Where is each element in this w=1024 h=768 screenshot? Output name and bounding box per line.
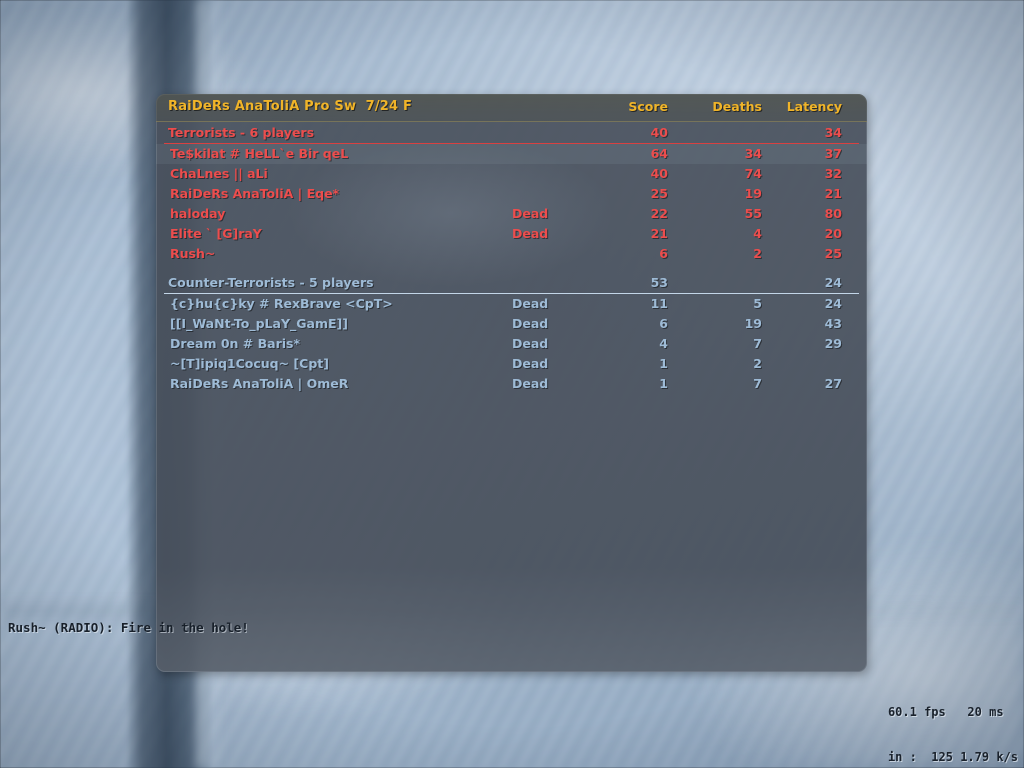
player-latency: 32 [824, 166, 842, 181]
player-name: RaiDeRs AnaToliA | Eqe* [170, 186, 340, 201]
player-row[interactable]: {c}hu{c}ky # RexBrave <CpT> Dead 11 5 24 [156, 294, 867, 314]
column-header-deaths: Deaths [712, 99, 762, 114]
player-name: [[I_WaNt-To_pLaY_GamE]] [170, 316, 348, 331]
player-score: 22 [650, 206, 668, 221]
player-deaths: 7 [753, 336, 762, 351]
player-deaths: 2 [753, 356, 762, 371]
player-state: Dead [512, 206, 549, 221]
player-row[interactable]: Dream 0n # Baris* Dead 4 7 29 [156, 334, 867, 354]
scoreboard-rows: Terrorists - 6 players 40 34 Te$kilat # HeL… [156, 122, 867, 394]
player-deaths: 2 [753, 246, 762, 261]
player-score: 6 [659, 246, 668, 261]
player-deaths: 19 [744, 316, 762, 331]
player-name: ~[T]ipiq1Cocuq~ [Cpt] [170, 356, 329, 371]
player-score: 40 [650, 166, 668, 181]
player-row[interactable]: Te$kilat # HeLL`e Bir qeL 64 34 37 [156, 144, 867, 164]
player-row[interactable]: Elite ` [G]raY Dead 21 4 20 [156, 224, 867, 244]
player-row[interactable]: RaiDeRs AnaToliA | OmeR Dead 1 7 27 [156, 374, 867, 394]
team-score-counter-terrorists: 53 [650, 275, 668, 290]
player-state: Dead [512, 376, 549, 391]
player-score: 1 [659, 356, 668, 371]
player-score: 64 [650, 146, 668, 161]
player-deaths: 4 [753, 226, 762, 241]
scoreboard-titlebar: RaiDeRs AnaToliA Pro Sw 7/24 F Score Dea… [156, 94, 867, 122]
player-score: 25 [650, 186, 668, 201]
player-score: 11 [650, 296, 668, 311]
player-name: Te$kilat # HeLL`e Bir qeL [170, 146, 349, 161]
player-name: haloday [170, 206, 226, 221]
net-graph-stats: 60.1 fps 20 ms in : 125 1.79 k/s out: 28… [888, 675, 1018, 768]
player-latency: 43 [824, 316, 842, 331]
player-score: 6 [659, 316, 668, 331]
team-latency-counter-terrorists: 24 [824, 275, 842, 290]
player-state: Dead [512, 316, 549, 331]
player-row[interactable]: ChaLnes || aLi 40 74 32 [156, 164, 867, 184]
player-state: Dead [512, 356, 549, 371]
team-latency-terrorists: 34 [824, 125, 842, 140]
player-score: 1 [659, 376, 668, 391]
scoreboard-panel: RaiDeRs AnaToliA Pro Sw 7/24 F Score Dea… [156, 94, 867, 672]
player-row[interactable]: ~[T]ipiq1Cocuq~ [Cpt] Dead 1 2 [156, 354, 867, 374]
player-row[interactable]: Rush~ 6 2 25 [156, 244, 867, 264]
scoreboard-column-headers: Score Deaths Latency [156, 99, 867, 117]
player-latency: 25 [824, 246, 842, 261]
player-name: RaiDeRs AnaToliA | OmeR [170, 376, 349, 391]
team-score-terrorists: 40 [650, 125, 668, 140]
player-name: Elite ` [G]raY [170, 226, 262, 241]
player-name: Rush~ [170, 246, 216, 261]
player-deaths: 7 [753, 376, 762, 391]
player-name: ChaLnes || aLi [170, 166, 268, 181]
column-header-score: Score [628, 99, 668, 114]
team-name-terrorists: Terrorists - 6 players [168, 125, 315, 140]
player-latency: 24 [824, 296, 842, 311]
team-header-terrorists: Terrorists - 6 players 40 34 [156, 122, 867, 144]
player-state: Dead [512, 296, 549, 311]
player-deaths: 34 [744, 146, 762, 161]
player-deaths: 5 [753, 296, 762, 311]
player-deaths: 19 [744, 186, 762, 201]
team-name-counter-terrorists: Counter-Terrorists - 5 players [168, 275, 374, 290]
player-name: {c}hu{c}ky # RexBrave <CpT> [170, 296, 393, 311]
player-score: 4 [659, 336, 668, 351]
team-spacer [156, 264, 867, 272]
player-latency: 20 [824, 226, 842, 241]
player-latency: 27 [824, 376, 842, 391]
player-row[interactable]: [[I_WaNt-To_pLaY_GamE]] Dead 6 19 43 [156, 314, 867, 334]
player-state: Dead [512, 336, 549, 351]
player-latency: 29 [824, 336, 842, 351]
player-latency: 80 [824, 206, 842, 221]
chat-message: Rush~ (RADIO): Fire in the hole! [8, 620, 249, 635]
column-header-latency: Latency [786, 99, 842, 114]
player-state: Dead [512, 226, 549, 241]
player-score: 21 [650, 226, 668, 241]
player-deaths: 74 [744, 166, 762, 181]
player-row[interactable]: haloday Dead 22 55 80 [156, 204, 867, 224]
player-row[interactable]: RaiDeRs AnaToliA | Eqe* 25 19 21 [156, 184, 867, 204]
netstat-in-line: in : 125 1.79 k/s [887, 750, 1018, 764]
player-deaths: 55 [744, 206, 762, 221]
team-header-counter-terrorists: Counter-Terrorists - 5 players 53 24 [156, 272, 867, 294]
netstat-fps-line: 60.1 fps 20 ms [887, 705, 1004, 719]
game-viewport: RaiDeRs AnaToliA Pro Sw 7/24 F Score Dea… [0, 0, 1024, 768]
player-latency: 21 [824, 186, 842, 201]
player-name: Dream 0n # Baris* [170, 336, 300, 351]
player-latency: 37 [824, 146, 842, 161]
